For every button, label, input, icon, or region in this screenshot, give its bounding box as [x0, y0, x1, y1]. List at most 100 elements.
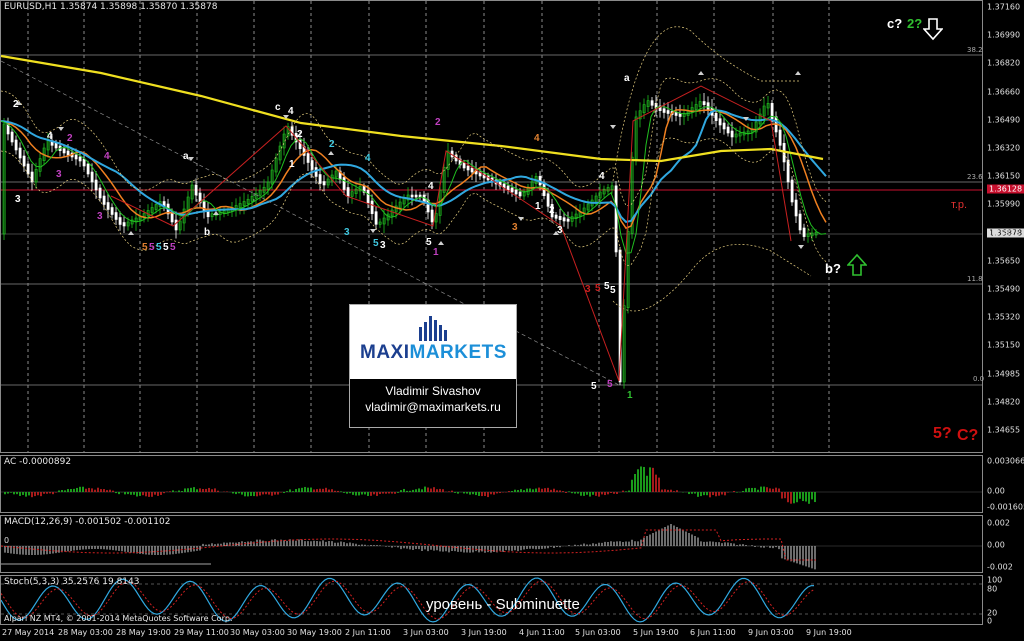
candle-body: [662, 108, 666, 113]
time-tick-label: 3 Jun 19:00: [461, 628, 507, 637]
wave-label: 3: [15, 194, 21, 205]
envelope-lower-wide: [612, 244, 812, 312]
candle-body: [506, 185, 510, 191]
candle-body: [562, 217, 566, 222]
macd-scale-zero: 0.00: [987, 540, 1005, 550]
price-tick-label: 1.34655: [987, 425, 1021, 435]
fib-label-38: 38.2: [967, 46, 983, 54]
fractal-marker: [370, 229, 376, 233]
highlight-price-label: 1.36128: [987, 184, 1024, 194]
price-chart-pane[interactable]: EURUSD,H1 1.35874 1.35898 1.35870 1.3587…: [0, 0, 984, 453]
time-tick-label: 2 Jun 11:00: [345, 628, 391, 637]
wave-label: 3: [557, 225, 563, 236]
ac-indicator-pane[interactable]: AC -0.0000892: [0, 455, 983, 513]
target-label: т.р.: [951, 199, 968, 211]
wave-label: 5: [426, 237, 432, 248]
maximarkets-watermark: MAXIMARKETS Vladimir Sivashov vladimir@m…: [349, 304, 517, 428]
candle-body: [726, 126, 730, 134]
author-info: Vladimir Sivashov vladimir@maximarkets.r…: [350, 379, 516, 427]
candle-body: [414, 194, 418, 198]
annotation-c-question: c?: [887, 16, 903, 31]
stoch-scale: 100 80 20 0: [985, 575, 1024, 626]
candle-body: [174, 219, 178, 231]
ac-histogram: [1, 466, 982, 504]
candle-body: [518, 191, 522, 197]
wave-label: a: [624, 73, 630, 84]
annotation-5-question: 5?: [933, 425, 952, 442]
stoch-scale-0: 0: [987, 616, 993, 626]
symbol-header: EURUSD,H1 1.35874 1.35898 1.35870 1.3587…: [4, 2, 218, 12]
stoch-scale-100: 100: [987, 575, 1003, 585]
candle-body: [514, 189, 518, 195]
candle-body: [14, 139, 18, 151]
candle-body: [194, 184, 198, 196]
candle-body: [10, 131, 14, 143]
time-tick-label: 28 May 19:00: [116, 628, 171, 637]
annotation-b-question: b?: [825, 261, 841, 276]
fractal-marker: [438, 241, 444, 245]
envelope-upper: [1, 77, 827, 207]
wave-label: 1: [535, 201, 541, 212]
wave-label: 3: [344, 227, 350, 238]
candle-body: [26, 163, 30, 175]
candle-body: [510, 187, 514, 193]
candle-body: [718, 118, 722, 126]
arrow-up-icon: [847, 253, 867, 276]
candle-body: [98, 187, 102, 199]
candle-body: [66, 150, 70, 156]
macd-scale: 0.002 0.00 -0.002: [985, 515, 1024, 573]
wave-label: 5: [156, 242, 162, 253]
time-tick-label: 29 May 11:00: [174, 628, 229, 637]
wave-label: 4: [534, 133, 540, 144]
wave-label: 5: [170, 242, 176, 253]
wave-label: 5: [610, 285, 616, 296]
candle-body: [306, 153, 310, 163]
price-tick-label: 1.36820: [987, 58, 1021, 68]
candle-body: [558, 216, 562, 220]
wave-label: 2: [13, 99, 19, 110]
wave-label: 1: [627, 390, 633, 401]
author-email: vladimir@maximarkets.ru: [365, 400, 501, 414]
macd-signal-line: [1, 529, 816, 561]
time-tick-label: 27 May 2014: [2, 628, 55, 637]
wave-label: 1: [433, 247, 439, 258]
candle-body: [122, 222, 126, 227]
candle-body: [370, 200, 374, 214]
fractal-marker: [795, 71, 801, 75]
ac-scale-high: 0.003066: [987, 456, 1024, 466]
candle-body: [322, 181, 326, 186]
ac-scale: 0.003066 0.00 -0.001605: [985, 455, 1024, 513]
wave-label: 2: [329, 139, 335, 150]
fib-label-23: 23.6: [967, 173, 983, 181]
wave-label: 4: [104, 151, 110, 162]
stoch-title: Stoch(5,3,3) 35.2576 19.8143: [4, 577, 140, 587]
time-axis[interactable]: 27 May 2014 28 May 03:00 28 May 19:00 29 Ma…: [0, 627, 983, 641]
candle-body: [110, 207, 114, 215]
wave-label: 5: [163, 242, 169, 253]
macd-indicator-pane[interactable]: MACD(12,26,9) -0.001502 -0.001102 0: [0, 515, 983, 573]
macd-zero-label: 0: [4, 536, 10, 545]
author-name: Vladimir Sivashov: [385, 384, 481, 398]
fractal-marker: [213, 211, 219, 215]
price-tick-label: 1.36150: [987, 171, 1021, 181]
price-scale[interactable]: 1.36128 1.35878 1.37160 1.36990 1.36820 1.3…: [985, 0, 1024, 453]
logo-markets-text: MARKETS: [409, 342, 507, 363]
time-tick-label: 3 Jun 03:00: [403, 628, 449, 637]
ac-scale-zero: 0.00: [987, 486, 1005, 496]
fractal-marker: [128, 231, 134, 235]
candle-body: [78, 156, 82, 162]
wave-label: b: [204, 227, 211, 238]
macd-scale-low: -0.002: [987, 562, 1013, 572]
wave-label: 2: [435, 117, 441, 128]
candle-body: [470, 167, 474, 173]
maximarkets-logo: MAXIMARKETS: [350, 305, 516, 377]
channel-line: [1, 60, 620, 386]
candle-body: [462, 162, 466, 169]
candle-body: [554, 214, 558, 219]
wave-label: 5: [142, 242, 148, 253]
logo-bars-icon: [419, 316, 447, 341]
candle-body: [650, 100, 654, 106]
fractal-marker: [698, 71, 704, 75]
price-tick-label: 1.35825: [987, 228, 1021, 238]
wave-label: c: [275, 102, 281, 113]
